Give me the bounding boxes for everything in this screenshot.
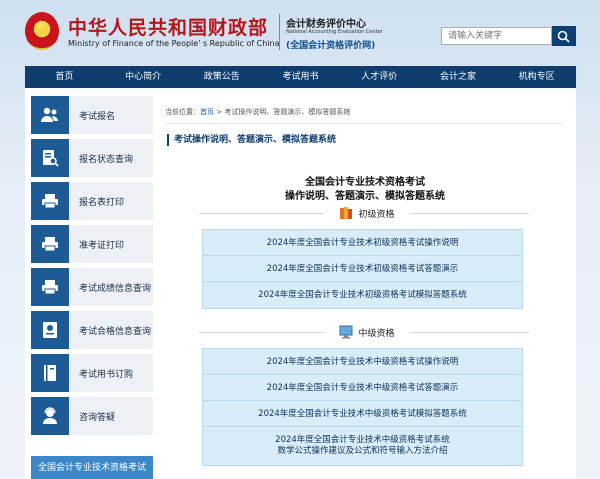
list-item[interactable]: 2024年度全国会计专业技术初级资格考试答题演示 [203,256,522,282]
list-item[interactable]: 2024年度全国会计专业技术中级资格考试答题演示 [203,375,522,401]
national-emblem-icon [25,12,59,50]
nav-item-about[interactable]: 中心简介 [104,66,183,88]
sidebar-item-consult[interactable]: 咨询答疑 [31,397,153,435]
site-header: 中华人民共和国财政部 Ministry of Finance of the Pe… [0,0,600,64]
sidebar-item-admission-print[interactable]: 准考证打印 [31,225,153,263]
breadcrumb-current: 考试操作说明、答题演示、模拟答题系统 [224,108,351,116]
list-item[interactable]: 2024年度全国会计专业技术中级资格考试模拟答题系统 [203,401,522,427]
nav-item-home-of-accounting[interactable]: 会计之家 [419,66,498,88]
nav-item-institutions[interactable]: 机构专区 [497,66,576,88]
sidebar-item-book-order[interactable]: 考试用书订购 [31,354,153,392]
page-subtitle: 操作说明、答题演示、模拟答题系统 [285,191,445,202]
center-subtitle: (全国会计资格评价网) [286,41,376,51]
sidebar-item-status-query[interactable]: 报名状态查询 [31,139,153,177]
sidebar-item-label: 考试用书订购 [79,369,134,380]
books-icon [340,207,353,219]
nav-item-home[interactable]: 首页 [25,66,104,88]
nav-item-talent[interactable]: 人才评价 [340,66,419,88]
sidebar-item-label: 咨询答疑 [79,412,116,423]
site-name-english: Ministry of Finance of the People' s Rep… [68,39,280,48]
breadcrumb-separator: > [214,108,225,116]
breadcrumb: 当前位置：首页 > 考试操作说明、答题演示、模拟答题系统 [165,107,350,117]
center-name-english: National Accounting Evaluation Center [286,29,383,35]
printer-icon [31,225,69,263]
printer-icon [31,268,69,306]
nav-item-books[interactable]: 考试用书 [261,66,340,88]
sidebar-item-label: 考试报名 [79,111,116,122]
search-button[interactable] [552,26,576,46]
main-nav: 首页 中心简介 政策公告 考试用书 人才评价 会计之家 机构专区 [25,66,576,88]
document-search-icon [31,139,69,177]
category-header-intermediate: 中级资格 [324,323,410,341]
breadcrumb-home-link[interactable]: 首页 [200,108,214,116]
sidebar-item-label: 考试成绩信息查询 [79,283,152,294]
user-headset-icon [31,397,69,435]
users-icon [31,96,69,134]
list-item[interactable]: 2024年度全国会计专业技术初级资格考试操作说明 [203,230,522,256]
list-item-line: 数学公式操作建议及公式和符号输入方法介绍 [277,446,448,456]
sidebar-item-label: 准考证打印 [79,240,125,251]
sidebar-item-label: 报名表打印 [79,197,125,208]
site-name: 中华人民共和国财政部 [68,17,269,39]
nav-item-policy[interactable]: 政策公告 [182,66,261,88]
sidebar-item-score-query[interactable]: 考试成绩信息查询 [31,268,153,306]
breadcrumb-prefix: 当前位置： [165,108,200,116]
divider [165,123,563,124]
certificate-icon [31,311,69,349]
printer-icon [31,182,69,220]
list-item[interactable]: 2024年度全国会计专业技术中级资格考试操作说明 [203,349,522,375]
sidebar-item-label: 考试合格信息查询 [79,326,152,337]
search-input[interactable] [441,27,552,45]
category-label: 中级资格 [358,328,395,339]
intermediate-links: 2024年度全国会计专业技术中级资格考试操作说明 2024年度全国会计专业技术中… [202,348,523,466]
header-divider [279,14,280,50]
list-item-line: 2024年度全国会计专业技术中级资格考试系统 [275,435,450,445]
search-icon [557,30,570,43]
category-label: 初级资格 [358,209,395,220]
page-title: 全国会计专业技术资格考试 [305,177,425,188]
category-header-junior: 初级资格 [324,204,410,222]
sidebar-footer-link[interactable]: 全国会计专业技术资格考试 [31,456,153,479]
sidebar-item-label: 报名状态查询 [79,154,134,165]
sidebar-item-registration[interactable]: 考试报名 [31,96,153,134]
list-item[interactable]: 2024年度全国会计专业技术初级资格考试模拟答题系统 [203,282,522,308]
list-item[interactable]: 2024年度全国会计专业技术中级资格考试系统 数学公式操作建议及公式和符号输入方… [203,427,522,465]
center-name: 会计财务评价中心 [286,19,366,30]
sidebar-item-form-print[interactable]: 报名表打印 [31,182,153,220]
book-icon [31,354,69,392]
sidebar-item-pass-query[interactable]: 考试合格信息查询 [31,311,153,349]
content-area: 考试报名 报名状态查询 报名表打印 准考证打印 考试成绩信息查询 考试合格信息查… [25,88,576,479]
monitor-icon [339,325,353,339]
section-title: 考试操作说明、答题演示、模拟答题系统 [167,134,336,146]
junior-links: 2024年度全国会计专业技术初级资格考试操作说明 2024年度全国会计专业技术初… [202,229,523,309]
